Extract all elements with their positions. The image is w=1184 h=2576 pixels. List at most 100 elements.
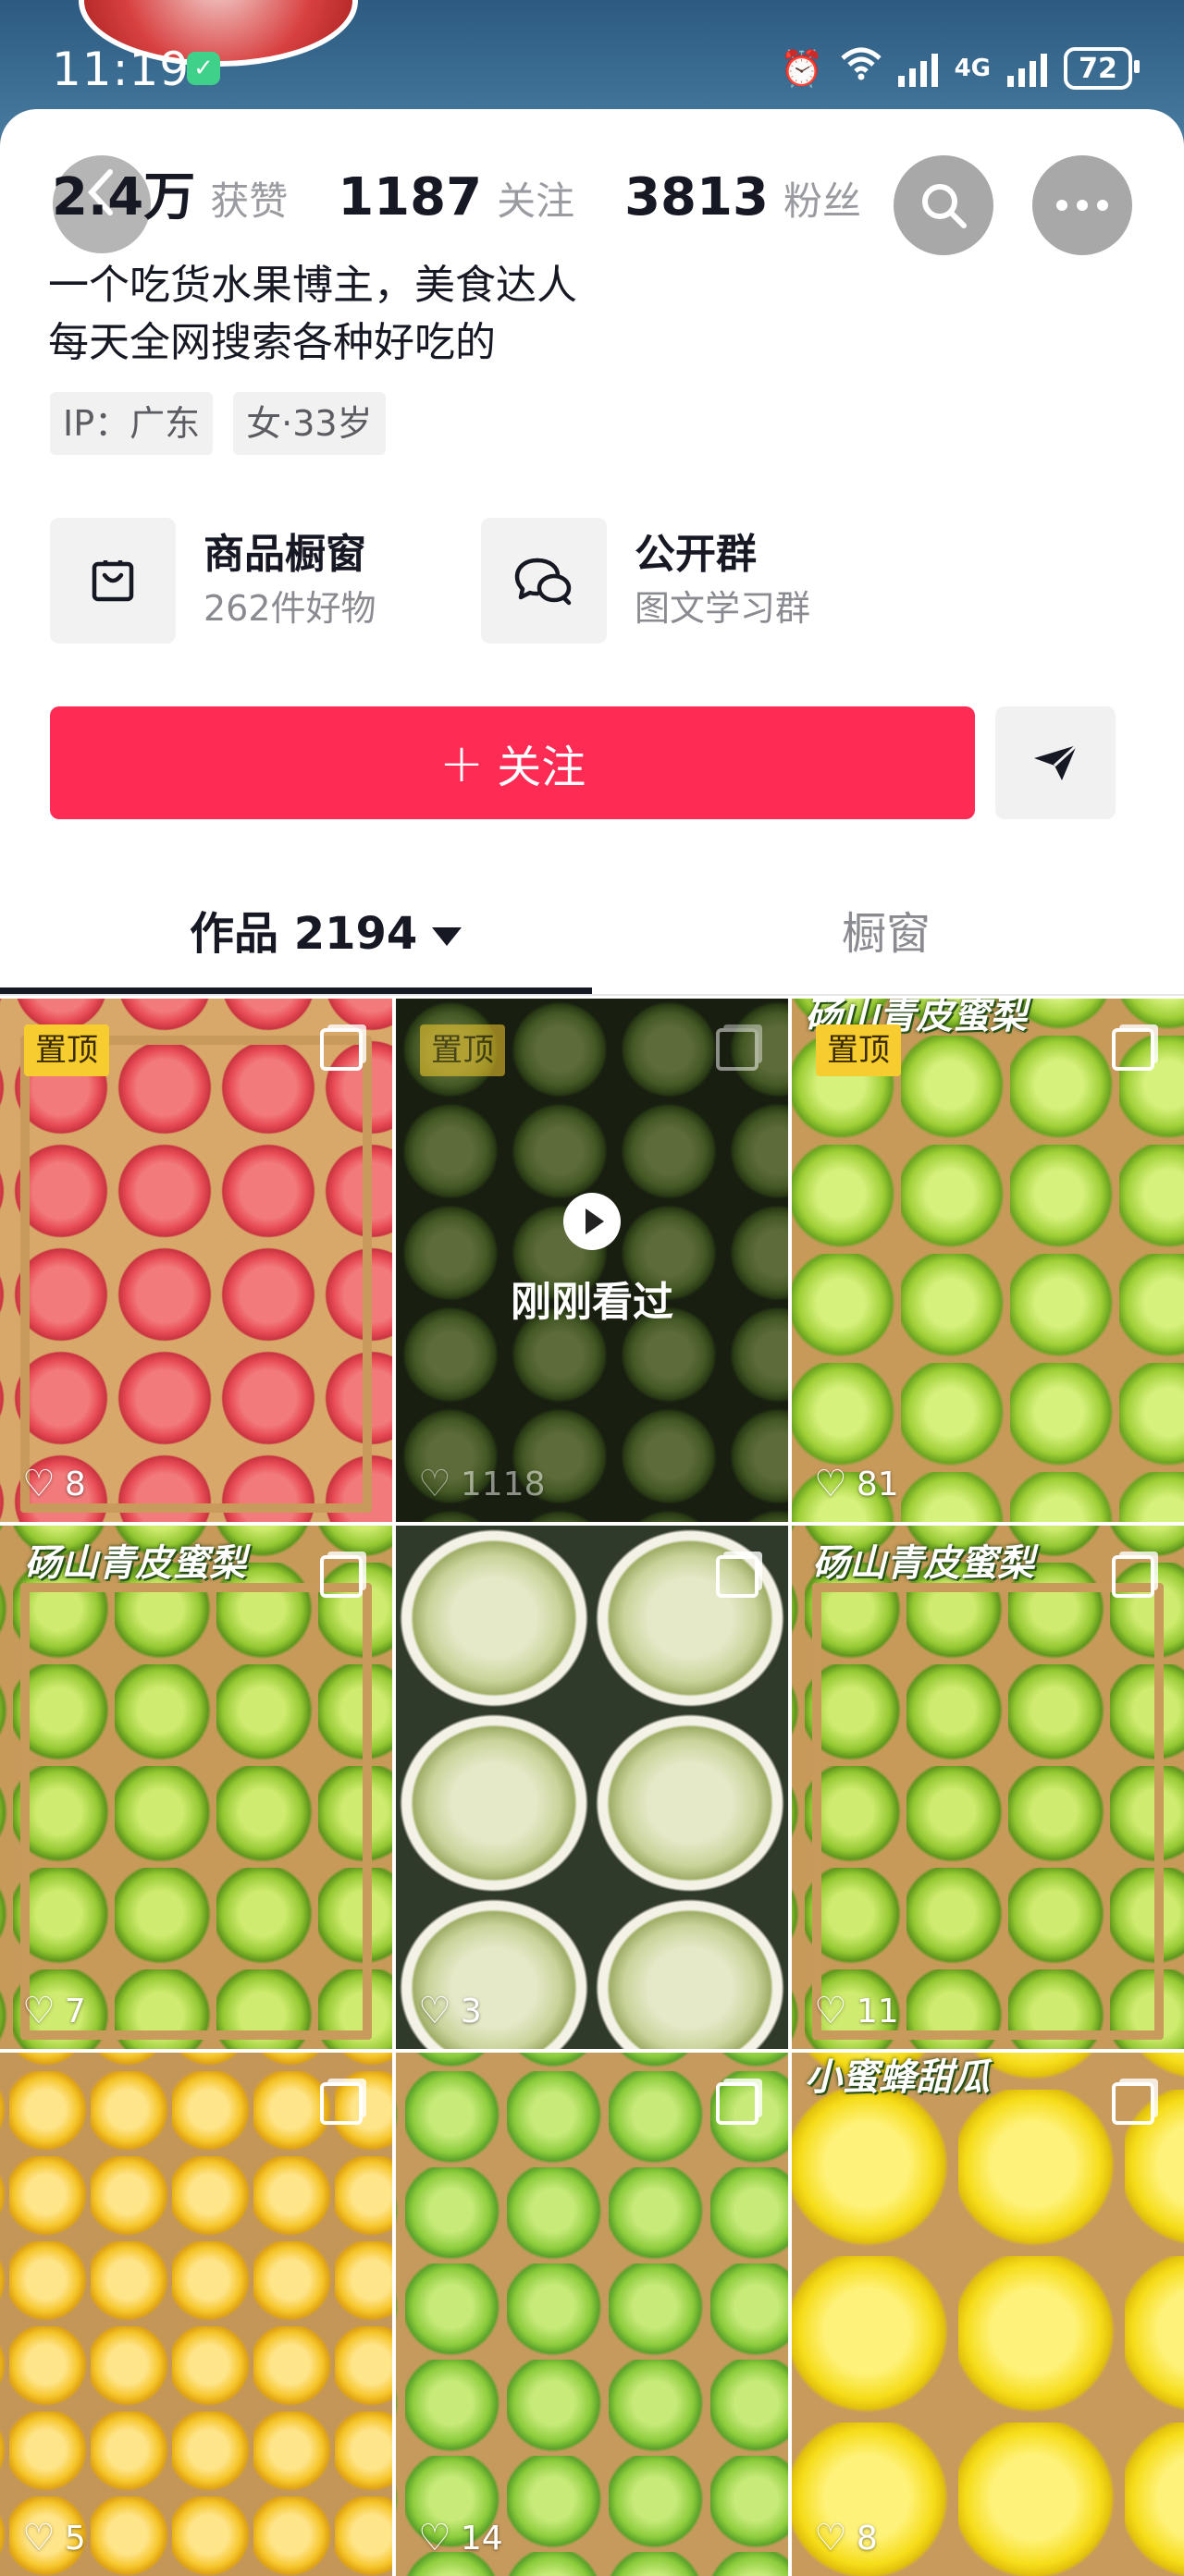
heart-icon: ♡ [814, 1463, 847, 1505]
profile-stats: 2.4万 获赞 1187 关注 3813 粉丝 [52, 155, 911, 229]
thumbnail-caption: 小蜜蜂甜瓜 [805, 2056, 990, 2099]
multi-image-icon [1112, 1555, 1154, 1598]
like-count: ♡ 11 [814, 1990, 899, 2032]
box-outline [20, 1583, 372, 2040]
like-count-value: 8 [64, 1465, 86, 1503]
bio-line: 每天全网搜索各种好吃的 [48, 319, 496, 366]
like-count: ♡ 5 [22, 2517, 86, 2559]
tab-works-label: 作品 2194 [190, 908, 418, 960]
grid-item[interactable]: ♡ 14 [396, 2053, 788, 2576]
follow-label: 关注 [497, 742, 586, 793]
battery-level: 72 [1079, 52, 1117, 85]
thumbnail-caption: 砀山青皮蜜梨 [812, 1542, 1034, 1585]
status-time: 11:19 [52, 43, 191, 96]
thumbnail [792, 999, 1184, 1522]
multi-image-icon [320, 1555, 363, 1598]
recently-watched-label: 刚刚看过 [511, 1279, 673, 1326]
multi-image-icon [320, 2082, 363, 2125]
grid-item[interactable]: 砀山青皮蜜梨 ♡ 11 [792, 1526, 1184, 2049]
alarm-icon: ⏰ [780, 48, 824, 89]
like-count: ♡ 1118 [418, 1463, 545, 1505]
recently-watched-marker: 刚刚看过 [396, 1193, 788, 1328]
search-button[interactable] [894, 155, 993, 255]
grid-item[interactable]: 砀山青皮蜜梨 置顶 ♡ 81 [792, 999, 1184, 1522]
follow-button[interactable]: + 关注 [50, 706, 975, 819]
like-count: ♡ 81 [814, 1463, 899, 1505]
grid-item[interactable]: ♡ 3 [396, 1526, 788, 2049]
thumbnail [396, 1526, 788, 2049]
caret-down-icon [432, 927, 462, 946]
like-count-value: 3 [460, 1992, 482, 2030]
multi-image-icon [716, 2082, 758, 2125]
like-count-value: 7 [64, 1992, 86, 2030]
heart-icon: ♡ [814, 1990, 847, 2032]
grid-item[interactable]: 置顶 ♡ 8 [0, 999, 392, 1522]
more-button[interactable] [1032, 155, 1132, 255]
like-count: ♡ 3 [418, 1990, 482, 2032]
thumbnail [0, 2053, 392, 2576]
likes-count: 2.4万 [52, 167, 196, 227]
like-count-value: 5 [64, 2519, 86, 2558]
like-count: ♡ 8 [814, 2517, 878, 2559]
followers-count[interactable]: 3813 [624, 167, 769, 227]
multi-image-icon [716, 1028, 758, 1071]
send-icon [1034, 743, 1079, 780]
heart-icon: ♡ [22, 2517, 56, 2559]
like-count-value: 1118 [460, 1465, 546, 1503]
shop-window-title: 商品橱窗 [204, 531, 366, 578]
heart-icon: ♡ [814, 2517, 847, 2559]
wifi-icon [840, 46, 882, 91]
more-icon [1056, 200, 1108, 211]
like-count-value: 11 [856, 1992, 899, 2030]
grid-item[interactable]: 小蜜蜂甜瓜 ♡ 8 [792, 2053, 1184, 2576]
signal-icon-2 [1007, 50, 1047, 87]
share-button[interactable] [995, 706, 1116, 819]
heart-icon: ♡ [22, 1990, 56, 2032]
signal-icon [897, 50, 938, 87]
multi-image-icon [320, 1028, 363, 1071]
shop-window-entry[interactable]: 商品橱窗 262件好物 [50, 518, 376, 644]
pinned-badge: 置顶 [420, 1024, 505, 1076]
like-count-value: 81 [856, 1465, 899, 1503]
grid-item[interactable]: 砀山青皮蜜梨 ♡ 7 [0, 1526, 392, 2049]
search-icon [922, 184, 967, 228]
grid-item[interactable]: ♡ 5 [0, 2053, 392, 2576]
like-count-value: 8 [856, 2519, 878, 2558]
pinned-badge: 置顶 [24, 1024, 109, 1076]
tab-works[interactable]: 作品 2194 [190, 878, 462, 989]
status-bar: 11:19 ✓ ⏰ 4G 72 [0, 33, 1184, 107]
network-type: 4G [954, 55, 991, 82]
ip-tag: IP：广东 [50, 392, 214, 455]
heart-icon: ♡ [418, 2517, 451, 2559]
multi-image-icon [1112, 1028, 1154, 1071]
bio-line: 一个吃货水果博主，美食达人 [48, 262, 577, 309]
gender-age-tag: 女·33岁 [233, 392, 386, 455]
thumbnail [792, 2053, 1184, 2576]
bag-icon [50, 518, 176, 644]
multi-image-icon [1112, 2082, 1154, 2125]
following-label[interactable]: 关注 [497, 170, 574, 227]
heart-icon: ♡ [22, 1463, 56, 1505]
like-count: ♡ 7 [22, 1990, 86, 2032]
following-count[interactable]: 1187 [338, 167, 482, 227]
profile-tags: IP：广东 女·33岁 [50, 392, 386, 455]
play-icon [563, 1193, 621, 1250]
public-group-entry[interactable]: 公开群 图文学习群 [481, 518, 810, 644]
shop-window-subtitle: 262件好物 [204, 588, 376, 629]
content-tabs: 作品 2194 橱窗 [0, 878, 1184, 999]
active-tab-indicator [0, 987, 592, 994]
profile-bio: 一个吃货水果博主，美食达人 每天全网搜索各种好吃的 [48, 257, 577, 372]
heart-icon: ♡ [418, 1990, 451, 2032]
public-group-title: 公开群 [635, 531, 757, 578]
like-count: ♡ 14 [418, 2517, 503, 2559]
grid-item[interactable]: 置顶 刚刚看过 ♡ 1118 [396, 999, 788, 1522]
heart-icon: ♡ [418, 1463, 451, 1505]
public-group-subtitle: 图文学习群 [635, 588, 811, 629]
pinned-badge: 置顶 [816, 1024, 901, 1076]
vpn-icon: ✓ [187, 52, 220, 85]
tab-store[interactable]: 橱窗 [842, 878, 931, 989]
thumbnail-caption: 砀山青皮蜜梨 [24, 1542, 246, 1585]
followers-label[interactable]: 粉丝 [783, 170, 861, 227]
plus-icon: + [438, 731, 485, 794]
box-outline [20, 1036, 372, 1513]
